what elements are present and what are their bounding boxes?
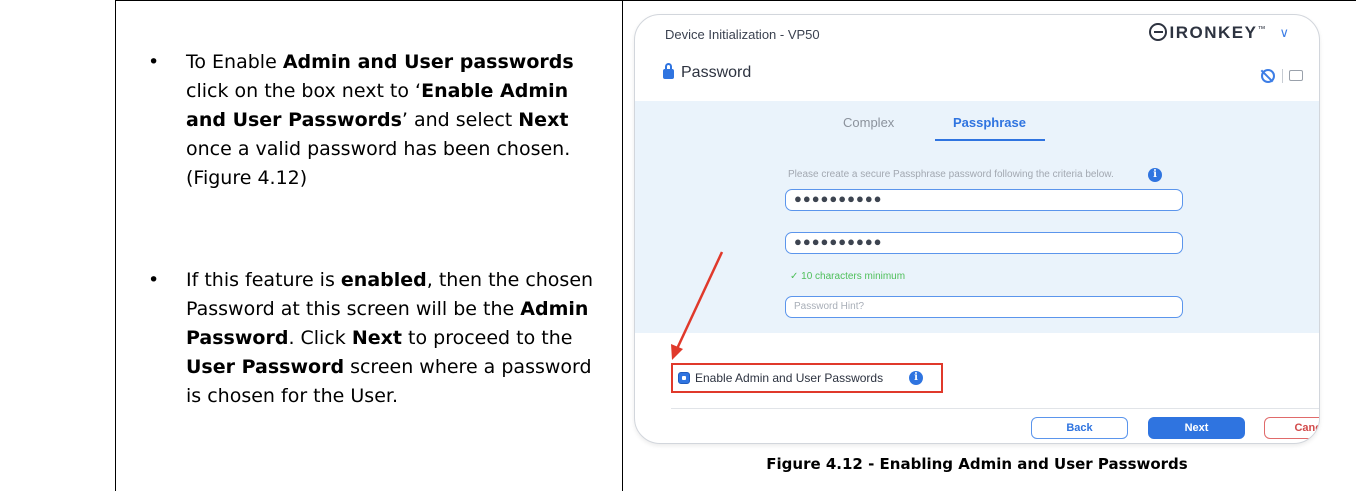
annotation-arrow (671, 251, 724, 360)
arrow-shaft (674, 251, 724, 352)
figure-caption: Figure 4.12 - Enabling Admin and User Pa… (766, 455, 1188, 473)
